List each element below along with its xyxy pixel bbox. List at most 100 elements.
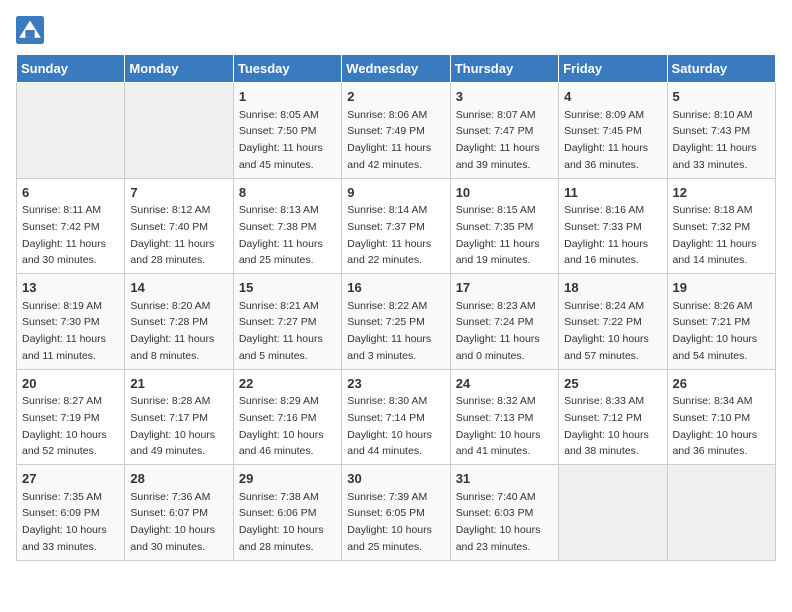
day-info: Sunrise: 8:33 AM Sunset: 7:12 PM Dayligh… (564, 395, 649, 457)
calendar-header-saturday: Saturday (667, 55, 775, 83)
day-number: 10 (456, 183, 553, 203)
calendar-cell: 31Sunrise: 7:40 AM Sunset: 6:03 PM Dayli… (450, 465, 558, 561)
day-info: Sunrise: 8:12 AM Sunset: 7:40 PM Dayligh… (130, 204, 214, 266)
day-number: 2 (347, 87, 444, 107)
day-info: Sunrise: 8:30 AM Sunset: 7:14 PM Dayligh… (347, 395, 432, 457)
day-info: Sunrise: 8:09 AM Sunset: 7:45 PM Dayligh… (564, 109, 648, 171)
calendar-cell: 26Sunrise: 8:34 AM Sunset: 7:10 PM Dayli… (667, 369, 775, 465)
calendar-header-tuesday: Tuesday (233, 55, 341, 83)
day-number: 5 (673, 87, 770, 107)
day-info: Sunrise: 8:21 AM Sunset: 7:27 PM Dayligh… (239, 300, 323, 362)
day-number: 30 (347, 469, 444, 489)
calendar-cell: 22Sunrise: 8:29 AM Sunset: 7:16 PM Dayli… (233, 369, 341, 465)
day-number: 15 (239, 278, 336, 298)
calendar-cell: 30Sunrise: 7:39 AM Sunset: 6:05 PM Dayli… (342, 465, 450, 561)
calendar-cell: 28Sunrise: 7:36 AM Sunset: 6:07 PM Dayli… (125, 465, 233, 561)
day-number: 26 (673, 374, 770, 394)
day-info: Sunrise: 8:28 AM Sunset: 7:17 PM Dayligh… (130, 395, 215, 457)
calendar-header-row: SundayMondayTuesdayWednesdayThursdayFrid… (17, 55, 776, 83)
calendar-cell: 13Sunrise: 8:19 AM Sunset: 7:30 PM Dayli… (17, 274, 125, 370)
day-number: 21 (130, 374, 227, 394)
day-number: 22 (239, 374, 336, 394)
calendar-week-3: 13Sunrise: 8:19 AM Sunset: 7:30 PM Dayli… (17, 274, 776, 370)
calendar-cell: 23Sunrise: 8:30 AM Sunset: 7:14 PM Dayli… (342, 369, 450, 465)
day-info: Sunrise: 8:34 AM Sunset: 7:10 PM Dayligh… (673, 395, 758, 457)
calendar-cell: 19Sunrise: 8:26 AM Sunset: 7:21 PM Dayli… (667, 274, 775, 370)
day-info: Sunrise: 8:11 AM Sunset: 7:42 PM Dayligh… (22, 204, 106, 266)
day-info: Sunrise: 8:14 AM Sunset: 7:37 PM Dayligh… (347, 204, 431, 266)
calendar-header-monday: Monday (125, 55, 233, 83)
calendar-cell: 18Sunrise: 8:24 AM Sunset: 7:22 PM Dayli… (559, 274, 667, 370)
day-info: Sunrise: 8:05 AM Sunset: 7:50 PM Dayligh… (239, 109, 323, 171)
day-number: 9 (347, 183, 444, 203)
day-number: 25 (564, 374, 661, 394)
calendar-cell: 8Sunrise: 8:13 AM Sunset: 7:38 PM Daylig… (233, 178, 341, 274)
calendar-week-5: 27Sunrise: 7:35 AM Sunset: 6:09 PM Dayli… (17, 465, 776, 561)
calendar-cell (125, 83, 233, 179)
calendar-cell (559, 465, 667, 561)
calendar-cell: 27Sunrise: 7:35 AM Sunset: 6:09 PM Dayli… (17, 465, 125, 561)
calendar-cell: 15Sunrise: 8:21 AM Sunset: 7:27 PM Dayli… (233, 274, 341, 370)
day-number: 12 (673, 183, 770, 203)
calendar-cell: 9Sunrise: 8:14 AM Sunset: 7:37 PM Daylig… (342, 178, 450, 274)
calendar-cell (667, 465, 775, 561)
calendar-table: SundayMondayTuesdayWednesdayThursdayFrid… (16, 54, 776, 561)
calendar-cell: 16Sunrise: 8:22 AM Sunset: 7:25 PM Dayli… (342, 274, 450, 370)
calendar-header-thursday: Thursday (450, 55, 558, 83)
calendar-cell: 1Sunrise: 8:05 AM Sunset: 7:50 PM Daylig… (233, 83, 341, 179)
day-number: 6 (22, 183, 119, 203)
day-info: Sunrise: 8:32 AM Sunset: 7:13 PM Dayligh… (456, 395, 541, 457)
calendar-cell: 17Sunrise: 8:23 AM Sunset: 7:24 PM Dayli… (450, 274, 558, 370)
calendar-header-wednesday: Wednesday (342, 55, 450, 83)
calendar-cell: 11Sunrise: 8:16 AM Sunset: 7:33 PM Dayli… (559, 178, 667, 274)
day-info: Sunrise: 8:13 AM Sunset: 7:38 PM Dayligh… (239, 204, 323, 266)
day-number: 3 (456, 87, 553, 107)
day-info: Sunrise: 8:26 AM Sunset: 7:21 PM Dayligh… (673, 300, 758, 362)
day-number: 7 (130, 183, 227, 203)
day-number: 29 (239, 469, 336, 489)
calendar-cell: 14Sunrise: 8:20 AM Sunset: 7:28 PM Dayli… (125, 274, 233, 370)
day-number: 20 (22, 374, 119, 394)
day-number: 14 (130, 278, 227, 298)
day-number: 31 (456, 469, 553, 489)
day-info: Sunrise: 7:40 AM Sunset: 6:03 PM Dayligh… (456, 491, 541, 553)
day-number: 19 (673, 278, 770, 298)
day-info: Sunrise: 7:39 AM Sunset: 6:05 PM Dayligh… (347, 491, 432, 553)
calendar-cell: 12Sunrise: 8:18 AM Sunset: 7:32 PM Dayli… (667, 178, 775, 274)
day-info: Sunrise: 8:10 AM Sunset: 7:43 PM Dayligh… (673, 109, 757, 171)
calendar-week-2: 6Sunrise: 8:11 AM Sunset: 7:42 PM Daylig… (17, 178, 776, 274)
calendar-cell: 20Sunrise: 8:27 AM Sunset: 7:19 PM Dayli… (17, 369, 125, 465)
day-number: 24 (456, 374, 553, 394)
day-info: Sunrise: 7:38 AM Sunset: 6:06 PM Dayligh… (239, 491, 324, 553)
logo-icon (16, 16, 44, 44)
day-info: Sunrise: 8:18 AM Sunset: 7:32 PM Dayligh… (673, 204, 757, 266)
day-info: Sunrise: 8:19 AM Sunset: 7:30 PM Dayligh… (22, 300, 106, 362)
day-info: Sunrise: 7:35 AM Sunset: 6:09 PM Dayligh… (22, 491, 107, 553)
calendar-cell: 2Sunrise: 8:06 AM Sunset: 7:49 PM Daylig… (342, 83, 450, 179)
calendar-cell: 29Sunrise: 7:38 AM Sunset: 6:06 PM Dayli… (233, 465, 341, 561)
day-number: 16 (347, 278, 444, 298)
day-info: Sunrise: 8:22 AM Sunset: 7:25 PM Dayligh… (347, 300, 431, 362)
day-number: 1 (239, 87, 336, 107)
day-info: Sunrise: 8:06 AM Sunset: 7:49 PM Dayligh… (347, 109, 431, 171)
day-info: Sunrise: 8:27 AM Sunset: 7:19 PM Dayligh… (22, 395, 107, 457)
calendar-cell: 25Sunrise: 8:33 AM Sunset: 7:12 PM Dayli… (559, 369, 667, 465)
calendar-cell (17, 83, 125, 179)
day-number: 28 (130, 469, 227, 489)
day-number: 18 (564, 278, 661, 298)
calendar-cell: 4Sunrise: 8:09 AM Sunset: 7:45 PM Daylig… (559, 83, 667, 179)
day-number: 8 (239, 183, 336, 203)
calendar-cell: 5Sunrise: 8:10 AM Sunset: 7:43 PM Daylig… (667, 83, 775, 179)
day-number: 11 (564, 183, 661, 203)
calendar-week-4: 20Sunrise: 8:27 AM Sunset: 7:19 PM Dayli… (17, 369, 776, 465)
calendar-week-1: 1Sunrise: 8:05 AM Sunset: 7:50 PM Daylig… (17, 83, 776, 179)
day-info: Sunrise: 8:29 AM Sunset: 7:16 PM Dayligh… (239, 395, 324, 457)
logo (16, 16, 48, 44)
day-info: Sunrise: 8:16 AM Sunset: 7:33 PM Dayligh… (564, 204, 648, 266)
day-info: Sunrise: 8:24 AM Sunset: 7:22 PM Dayligh… (564, 300, 649, 362)
day-info: Sunrise: 7:36 AM Sunset: 6:07 PM Dayligh… (130, 491, 215, 553)
day-info: Sunrise: 8:20 AM Sunset: 7:28 PM Dayligh… (130, 300, 214, 362)
day-number: 17 (456, 278, 553, 298)
day-number: 27 (22, 469, 119, 489)
day-info: Sunrise: 8:15 AM Sunset: 7:35 PM Dayligh… (456, 204, 540, 266)
